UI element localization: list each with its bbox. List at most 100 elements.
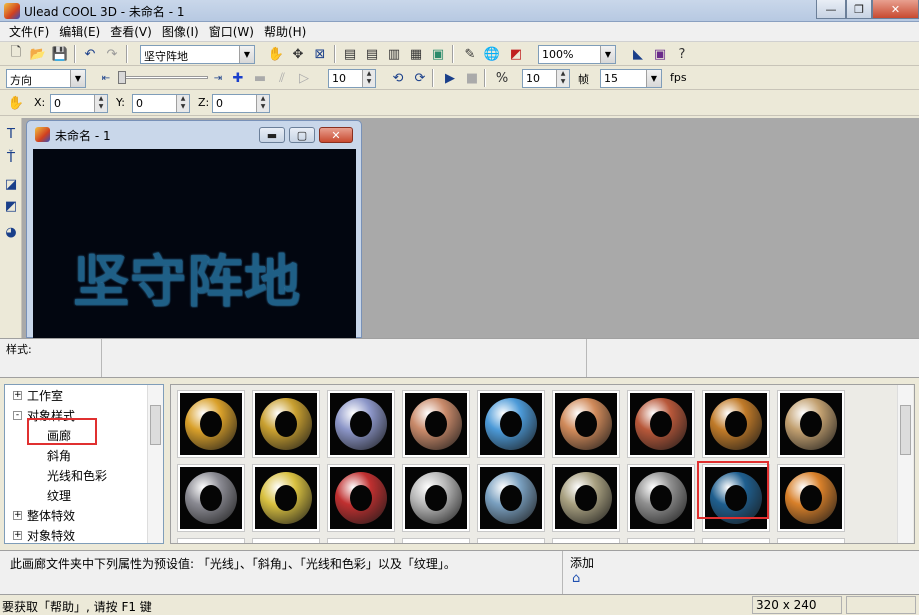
x-spinner[interactable]: 0 ▲ ▼ <box>50 94 108 113</box>
save-icon[interactable]: 💾 <box>50 44 70 64</box>
gallery-scrollbar[interactable] <box>897 385 913 543</box>
gallery-thumbnail[interactable] <box>777 538 845 543</box>
menu-window[interactable]: 窗口(W) <box>204 23 259 40</box>
expand-icon[interactable]: + <box>13 531 22 540</box>
new-file-icon[interactable]: 🗋 <box>6 44 26 64</box>
expand-icon[interactable]: + <box>13 391 22 400</box>
gallery-thumbnail[interactable] <box>402 390 470 458</box>
direction-combo[interactable]: 方向 ▼ <box>6 69 86 88</box>
chart-icon[interactable]: ◩ <box>506 44 526 64</box>
menu-view[interactable]: 查看(V) <box>105 23 157 40</box>
tree-item-object-effects[interactable]: 对象特效 <box>27 527 75 543</box>
gallery-thumbnail[interactable] <box>702 390 770 458</box>
geometry-icon[interactable]: ◕ <box>1 222 21 242</box>
expand-icon[interactable]: + <box>13 511 22 520</box>
gallery-thumbnail[interactable] <box>177 538 245 543</box>
gallery-thumbnail[interactable] <box>252 464 320 532</box>
play-object-icon[interactable]: ◣ <box>628 44 648 64</box>
open-folder-icon[interactable]: 📂 <box>28 44 48 64</box>
close-button[interactable]: ✕ <box>872 0 919 19</box>
align-bottom-icon[interactable]: ▣ <box>428 44 448 64</box>
reverse-keyframe-icon[interactable]: ▷ <box>294 68 314 88</box>
frame-count-spinner[interactable]: 10 ▲ ▼ <box>522 69 570 88</box>
z-spinner[interactable]: 0 ▲ ▼ <box>212 94 270 113</box>
canvas-3d-text[interactable]: 坚守阵地 <box>73 237 301 318</box>
gallery-thumbnail[interactable] <box>327 538 395 543</box>
add-to-palette-icon[interactable]: ⌂ <box>572 571 590 587</box>
first-frame-icon[interactable]: ⇤ <box>96 68 116 88</box>
gallery-thumbnail[interactable] <box>327 390 395 458</box>
gallery-thumbnail[interactable] <box>402 464 470 532</box>
gallery-thumbnail[interactable] <box>552 390 620 458</box>
remove-keyframe-icon[interactable]: ▬ <box>250 68 270 88</box>
play-icon[interactable]: ▶ <box>440 68 460 88</box>
doc-minimize-button[interactable]: ▬ <box>259 127 285 143</box>
gallery-thumbnail[interactable] <box>177 390 245 458</box>
keyframe-spinner[interactable]: 10 ▲ ▼ <box>328 69 376 88</box>
collapse-icon[interactable]: - <box>13 411 22 420</box>
gallery-thumbnail[interactable] <box>627 538 695 543</box>
gallery-thumbnail[interactable] <box>477 464 545 532</box>
menu-help[interactable]: 帮助(H) <box>259 23 311 40</box>
gallery-thumbnail[interactable] <box>252 538 320 543</box>
undo-icon[interactable]: ↶ <box>80 44 100 64</box>
zoom-combo[interactable]: 100% ▼ <box>538 45 616 64</box>
tree-item-light-color[interactable]: 光线和色彩 <box>47 467 107 484</box>
tree-item-studio[interactable]: 工作室 <box>27 387 63 404</box>
gallery-thumbnail[interactable] <box>627 464 695 532</box>
gallery-thumbnail[interactable] <box>777 464 845 532</box>
gallery-thumbnail[interactable] <box>552 464 620 532</box>
gallery-thumbnail[interactable] <box>252 390 320 458</box>
align-center-icon[interactable]: ▤ <box>362 44 382 64</box>
spin-arrows-icon[interactable]: ▲ ▼ <box>556 70 569 87</box>
spin-arrows-icon[interactable]: ▲ ▼ <box>176 95 189 112</box>
gallery-thumbnail[interactable] <box>402 538 470 543</box>
time-slider-thumb[interactable] <box>118 71 126 84</box>
doc-close-button[interactable]: ✕ <box>319 127 353 143</box>
camera-icon[interactable]: ▣ <box>650 44 670 64</box>
gallery-scroll-thumb[interactable] <box>900 405 911 455</box>
gallery-thumbnail[interactable] <box>477 538 545 543</box>
insert-graphic-icon[interactable]: ◪ <box>1 174 21 194</box>
gallery-thumbnail[interactable] <box>477 390 545 458</box>
tree-item-texture[interactable]: 纹理 <box>47 487 71 504</box>
help-cursor-icon[interactable]: ? <box>672 44 692 64</box>
hand-tool-icon[interactable]: ✋ <box>266 44 286 64</box>
spin-arrows-icon[interactable]: ▲ ▼ <box>362 70 375 87</box>
redo-icon[interactable]: ↷ <box>102 44 122 64</box>
doc-maximize-button[interactable]: ▢ <box>289 127 315 143</box>
gallery-thumbnail[interactable] <box>627 390 695 458</box>
rotate-tool-icon[interactable]: ✥ <box>288 44 308 64</box>
last-frame-icon[interactable]: ⇥ <box>208 68 228 88</box>
tree-scroll-thumb[interactable] <box>150 405 161 445</box>
align-right-icon[interactable]: ▥ <box>384 44 404 64</box>
loop-icon[interactable]: ⟲ <box>388 68 408 88</box>
align-top-icon[interactable]: ▦ <box>406 44 426 64</box>
tree-item-bevel[interactable]: 斜角 <box>47 447 71 464</box>
pingpong-icon[interactable]: ⟳ <box>410 68 430 88</box>
text-object-combo[interactable]: 坚守阵地 ▼ <box>140 45 255 64</box>
size-tool-icon[interactable]: ⊠ <box>310 44 330 64</box>
menu-file[interactable]: 文件(F) <box>4 23 54 40</box>
edit-graphic-icon[interactable]: ◩ <box>1 196 21 216</box>
render-canvas[interactable]: 坚守阵地 <box>33 149 356 339</box>
time-slider[interactable] <box>120 76 208 79</box>
gallery-thumbnail[interactable] <box>327 464 395 532</box>
paint-icon[interactable]: ✎ <box>460 44 480 64</box>
insert-text-icon[interactable]: T <box>1 124 21 144</box>
gallery-thumbnail[interactable] <box>177 464 245 532</box>
move-object-icon[interactable]: ✋ <box>6 93 26 113</box>
add-keyframe-icon[interactable]: ✚ <box>228 68 248 88</box>
y-spinner[interactable]: 0 ▲ ▼ <box>132 94 190 113</box>
percent-icon[interactable]: % <box>492 68 512 88</box>
spin-arrows-icon[interactable]: ▲ ▼ <box>94 95 107 112</box>
tree-scrollbar[interactable] <box>147 385 163 543</box>
stop-icon[interactable]: ■ <box>462 68 482 88</box>
align-left-icon[interactable]: ▤ <box>340 44 360 64</box>
maximize-button[interactable]: ❐ <box>846 0 872 19</box>
globe-icon[interactable]: 🌐 <box>482 44 502 64</box>
menu-edit[interactable]: 编辑(E) <box>54 23 105 40</box>
tree-item-global-effects[interactable]: 整体特效 <box>27 507 75 524</box>
split-keyframe-icon[interactable]: ⫽ <box>272 68 292 88</box>
gallery-thumbnail[interactable] <box>702 538 770 543</box>
